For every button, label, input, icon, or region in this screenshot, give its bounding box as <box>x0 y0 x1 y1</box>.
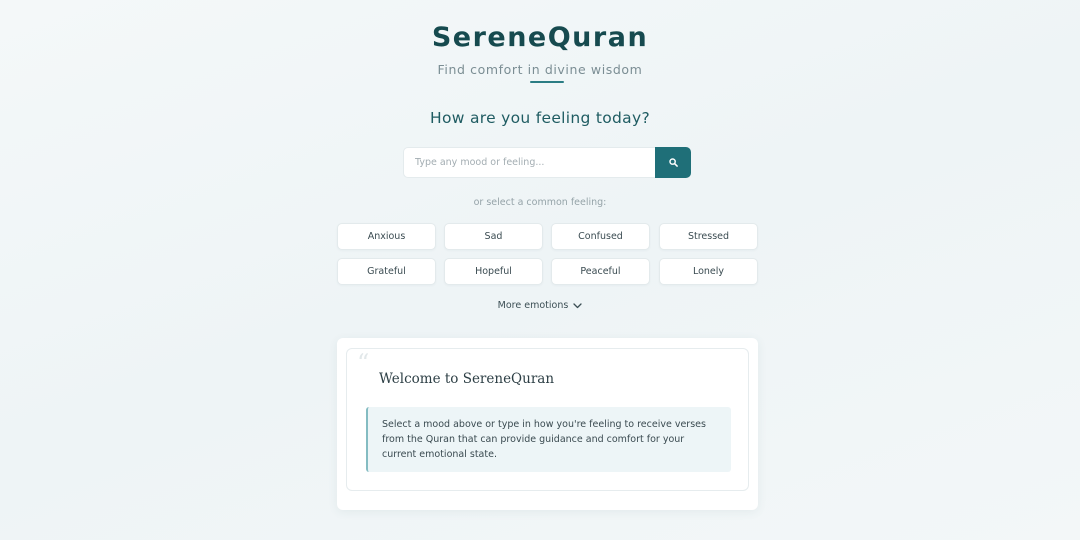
mood-chip-lonely[interactable]: Lonely <box>659 258 758 285</box>
app-tagline: Find comfort in divine wisdom <box>437 62 643 77</box>
mood-chip-confused[interactable]: Confused <box>551 223 650 250</box>
feeling-question: How are you feeling today? <box>430 109 650 127</box>
welcome-message: Select a mood above or type in how you'r… <box>366 407 731 472</box>
more-emotions-button[interactable]: More emotions <box>0 300 1080 311</box>
mood-chip-hopeful[interactable]: Hopeful <box>444 258 543 285</box>
app-page: SereneQuran Find comfort in divine wisdo… <box>0 0 1080 540</box>
app-title: SereneQuran <box>431 22 649 53</box>
more-emotions-label: More emotions <box>497 300 569 311</box>
search-icon <box>668 158 678 167</box>
mood-chip-anxious[interactable]: Anxious <box>337 223 436 250</box>
mood-chip-sad[interactable]: Sad <box>444 223 543 250</box>
mood-hint: or select a common feeling: <box>473 197 607 208</box>
mood-chip-stressed[interactable]: Stressed <box>659 223 758 250</box>
mood-chip-grateful[interactable]: Grateful <box>337 258 436 285</box>
quote-icon: “ <box>357 349 370 377</box>
title-divider <box>530 81 564 83</box>
welcome-title: Welcome to SereneQuran <box>379 371 555 387</box>
welcome-card-inner: “ Welcome to SereneQuran Select a mood a… <box>346 348 749 491</box>
search-button[interactable] <box>655 147 691 178</box>
mood-search <box>403 147 691 178</box>
mood-search-input[interactable] <box>403 147 655 178</box>
mood-chip-peaceful[interactable]: Peaceful <box>551 258 650 285</box>
chevron-down-icon <box>573 302 582 308</box>
welcome-card: “ Welcome to SereneQuran Select a mood a… <box>337 338 758 510</box>
